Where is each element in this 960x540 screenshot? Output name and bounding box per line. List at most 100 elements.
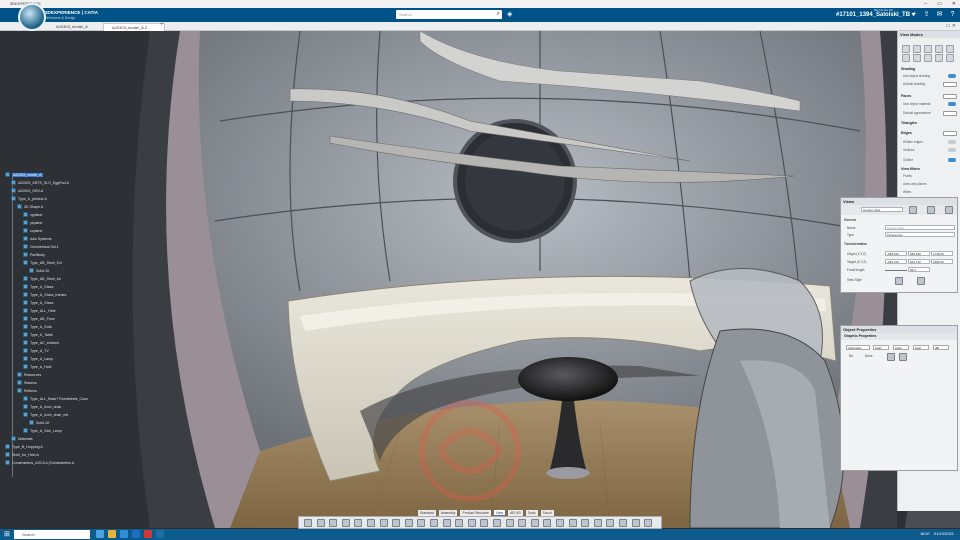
communication-icon[interactable]: ✉	[935, 10, 944, 19]
view-icon[interactable]	[493, 519, 501, 527]
tree-node[interactable]: Type_AB_Shell_Int	[23, 275, 61, 282]
mail-icon[interactable]	[132, 530, 140, 538]
view-style-rotate-icon[interactable]	[917, 277, 925, 285]
tree-node[interactable]: Type_A_Table	[23, 331, 53, 338]
render-icon[interactable]	[543, 519, 552, 527]
color-dropdown[interactable]: Automatic	[846, 345, 870, 350]
material-icon[interactable]	[946, 45, 954, 53]
ambience-icon[interactable]	[568, 519, 577, 527]
tree-node[interactable]: Type_A_Arch_chair	[23, 403, 61, 410]
close-button[interactable]: ✕	[952, 0, 956, 8]
minimize-button[interactable]: –	[924, 0, 927, 8]
camera-icon[interactable]	[581, 519, 590, 527]
tree-node[interactable]: yzplane	[23, 219, 42, 226]
tree-node[interactable]: Geometrical Set.1	[23, 243, 59, 250]
tree-node[interactable]: Materials	[11, 435, 33, 442]
lighting-icon[interactable]	[556, 519, 564, 527]
table-icon[interactable]	[606, 519, 615, 527]
focal-length-field[interactable]: 56.2	[908, 267, 930, 272]
use-object-shading-toggle[interactable]	[948, 74, 956, 78]
tree-node[interactable]: A20303_DRV-A	[11, 187, 43, 194]
tree-node[interactable]: Type_A_Sofa	[23, 323, 52, 330]
hidden-lines-icon[interactable]	[935, 45, 943, 53]
vertices-toggle[interactable]	[948, 148, 956, 152]
tab-model[interactable]: A20303_model_A	[48, 23, 106, 31]
tree-node[interactable]: Solid.15	[29, 267, 49, 274]
shading-mode-icon[interactable]	[902, 45, 910, 53]
pan-icon[interactable]	[404, 519, 413, 527]
outline-toggle[interactable]	[948, 158, 956, 162]
xray-icon[interactable]	[924, 54, 932, 62]
reset-properties-icon[interactable]	[899, 353, 907, 361]
fullscreen-icon[interactable]	[644, 519, 653, 527]
normal-view-icon[interactable]	[455, 519, 464, 527]
ghost-icon[interactable]	[913, 54, 921, 62]
copy-icon[interactable]	[316, 519, 325, 527]
file-explorer-icon[interactable]	[108, 530, 116, 538]
tag-icon[interactable]: ◈	[507, 10, 512, 18]
wireframe-icon[interactable]	[924, 45, 932, 53]
tree-node[interactable]: Type_B_Hopping A	[5, 443, 43, 450]
compass-icon[interactable]	[18, 3, 46, 31]
default-appearance-dropdown[interactable]	[943, 111, 957, 116]
measure-icon[interactable]	[530, 519, 539, 527]
hide-show-icon[interactable]	[480, 519, 489, 527]
share-icon[interactable]: ⇪	[922, 10, 931, 19]
type-dropdown[interactable]: Perspective	[885, 232, 955, 237]
tree-node[interactable]: xyplane	[23, 211, 42, 218]
rotate-icon[interactable]	[417, 519, 426, 527]
transparency-dropdown[interactable]: Autm	[873, 345, 889, 350]
view-style-perspective-icon[interactable]	[895, 277, 903, 285]
tree-node[interactable]: PartBody	[23, 251, 45, 258]
tree-node[interactable]: A20303_ARTS_SLS_EggPod-A	[11, 179, 69, 186]
tree-node[interactable]: Axis Systems	[23, 235, 52, 242]
tree-node[interactable]: Type_AC_shelves	[23, 339, 59, 346]
tree-node[interactable]: A20303_model_A	[5, 171, 43, 178]
tree-node[interactable]: Type_ALL_Base+Thumbfeets_Cons	[23, 395, 88, 402]
tree-node[interactable]: 3D Shape A	[17, 203, 43, 210]
section-icon[interactable]	[518, 519, 527, 527]
undo-icon[interactable]	[354, 519, 363, 527]
windows-start-icon[interactable]: ⊞	[4, 531, 10, 538]
tree-node[interactable]: Type_A_Stdr_Lamp	[23, 427, 62, 434]
tree-node[interactable]: Solid.18	[29, 419, 49, 426]
search-input[interactable]: Search ⌕	[396, 10, 502, 19]
origin-z-field[interactable]: 1748.66	[931, 251, 953, 256]
save-view-icon[interactable]	[927, 206, 935, 214]
graphic-properties-heading[interactable]: Graphic Properties	[841, 333, 957, 340]
app-icon[interactable]	[144, 530, 152, 538]
tree-node[interactable]: zxplane	[23, 227, 42, 234]
view-filters-heading[interactable]: View filters	[901, 167, 920, 171]
tree-node[interactable]: Type_A_Hole	[23, 363, 52, 370]
maximize-button[interactable]: ▭	[937, 0, 942, 8]
hidden-edges-toggle[interactable]	[948, 140, 956, 144]
custom-view-icon[interactable]	[935, 54, 943, 62]
task-view-icon[interactable]	[96, 530, 104, 538]
tree-node[interactable]: Type_AB_Shell_Ext	[23, 259, 62, 266]
target-y-field[interactable]: 664.712	[908, 259, 930, 264]
tree-node[interactable]: Type_A_Glass_frames	[23, 291, 66, 298]
search-icon[interactable]: ⌕	[497, 10, 500, 19]
add-tab-icon[interactable]: +	[160, 22, 164, 28]
edges-dropdown[interactable]	[943, 131, 957, 136]
faces-dropdown[interactable]	[943, 94, 957, 99]
origin-y-field[interactable]: 689.919	[908, 251, 930, 256]
3d-viewport[interactable]: A20303_model_A A20303_ARTS_SLS_EggPod-A A2…	[0, 31, 960, 528]
zoom-in-icon[interactable]	[430, 519, 438, 527]
add-icon[interactable]: +	[910, 10, 919, 19]
tree-node[interactable]: Reflcms	[17, 387, 37, 394]
redo-icon[interactable]	[367, 519, 375, 527]
shading-edges-icon[interactable]	[913, 45, 921, 53]
settings-icon[interactable]	[631, 519, 640, 527]
tree-node[interactable]: Statsins	[17, 379, 37, 386]
delete-icon[interactable]	[341, 519, 350, 527]
tree-node[interactable]: Type_A_Arch_chair_mtl	[23, 411, 68, 418]
view-select-dropdown[interactable]: Current View	[861, 207, 903, 212]
cut-icon[interactable]	[304, 519, 312, 527]
default-shading-dropdown[interactable]	[943, 82, 957, 87]
tree-node[interactable]: Type_A_pinnkle A	[11, 195, 47, 202]
focal-length-slider[interactable]	[885, 270, 907, 271]
user-menu[interactable]: #17101_1394_Saloiski_TB ▾	[836, 11, 915, 18]
render-icon[interactable]	[946, 54, 954, 62]
zoom-icon[interactable]	[379, 519, 388, 527]
